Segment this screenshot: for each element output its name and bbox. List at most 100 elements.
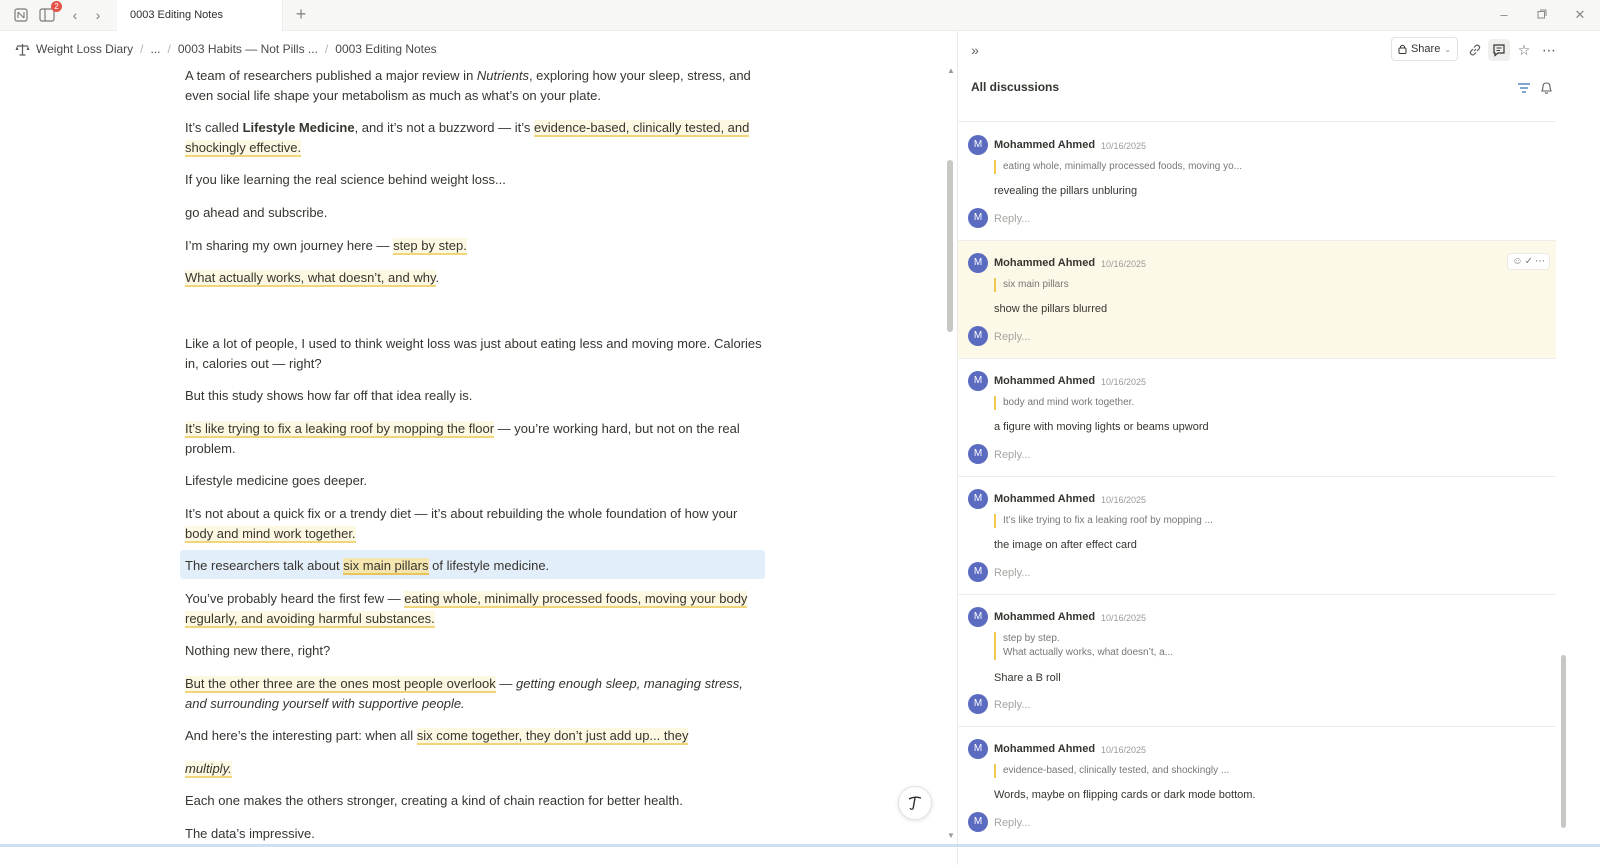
comment-quote[interactable]: It’s like trying to fix a leaking roof b… [994,514,1213,528]
comment-author[interactable]: Mohammed Ahmed [994,257,1095,269]
paragraph-text: I’m sharing my own journey here — [185,238,394,253]
avatar: M [968,694,988,714]
comment-quote-line: What actually works, what doesn’t, a... [1003,647,1174,658]
paragraph-selected[interactable]: The researchers talk about six main pill… [185,556,765,576]
reply-input[interactable]: Reply... [994,213,1030,225]
document-scrollbar[interactable] [947,160,953,332]
paragraph[interactable]: Like a lot of people, I used to think we… [185,334,765,374]
avatar: M [968,326,988,346]
forward-arrow-icon[interactable]: › [87,4,109,26]
reply-input[interactable]: Reply... [994,449,1030,461]
paragraph[interactable]: The data’s impressive. [185,824,765,844]
breadcrumb-item-editing-notes[interactable]: 0003 Editing Notes [335,42,436,56]
comment-highlight[interactable]: body and mind work together. [185,526,356,543]
avatar: M [968,489,988,509]
resolve-check-icon[interactable]: ✓ [1525,256,1533,267]
comment-highlight[interactable]: What actually works, what doesn’t, and w… [185,270,436,287]
comment-date: 10/16/2025 [1101,613,1147,623]
link-icon[interactable] [1464,39,1486,61]
panel-scrollbar[interactable] [1561,655,1566,828]
paragraph[interactable]: It’s called Lifestyle Medicine, and it’s… [185,118,765,158]
reply-input[interactable]: Reply... [994,567,1030,579]
reply-input[interactable]: Reply... [994,817,1030,829]
paragraph[interactable]: go ahead and subscribe. [185,203,765,223]
filter-icon[interactable] [1513,77,1535,99]
bell-icon[interactable] [1535,77,1557,99]
comment-quote[interactable]: body and mind work together. [994,396,1134,410]
reply-input[interactable]: Reply... [994,699,1030,711]
comment-highlight[interactable]: But the other three are the ones most pe… [185,676,496,693]
add-reaction-icon[interactable]: ☺ [1512,256,1522,267]
discussions-title: All discussions [971,80,1060,94]
thread-actions: ☺ ✓ ⋯ [1507,253,1550,270]
close-window-icon[interactable]: ✕ [1570,6,1590,24]
minimize-icon[interactable]: – [1494,6,1514,24]
back-arrow-icon[interactable]: ‹ [64,4,86,26]
comment-highlight[interactable]: multiply. [185,761,232,778]
paragraph[interactable]: But the other three are the ones most pe… [185,674,765,714]
sidebar-toggle-icon[interactable]: 2 [36,1,62,26]
breadcrumb-item-weight-loss-diary[interactable]: Weight Loss Diary [36,42,133,56]
paragraph[interactable]: Each one makes the others stronger, crea… [185,791,765,811]
restore-icon[interactable] [1532,6,1552,24]
comment-thread[interactable]: M Mohammed Ahmed 10/16/2025 It’s like tr… [958,477,1556,595]
ai-assistant-icon[interactable] [898,786,932,820]
comment-quote[interactable]: step by step. What actually works, what … [994,632,1173,660]
comment-text: Words, maybe on flipping cards or dark m… [994,789,1256,801]
comment-thread[interactable]: M Mohammed Ahmed 10/16/2025 evidence-bas… [958,727,1556,845]
paragraph[interactable]: Nothing new there, right? [185,641,765,661]
paragraph-bold: Lifestyle Medicine [242,120,355,135]
comment-thread[interactable]: M Mohammed Ahmed 10/16/2025 step by step… [958,595,1556,727]
scroll-down-arrow-icon[interactable]: ▼ [946,831,956,840]
star-icon[interactable]: ☆ [1513,39,1535,61]
app-logo-icon[interactable] [10,4,32,26]
reply-input[interactable]: Reply... [994,331,1030,343]
breadcrumb-item-habits[interactable]: 0003 Habits — Not Pills ... [178,42,318,56]
paragraph[interactable]: You’ve probably heard the first few — ea… [185,589,765,629]
comment-author[interactable]: Mohammed Ahmed [994,139,1095,151]
comment-thread-active[interactable]: M Mohammed Ahmed 10/16/2025 ☺ ✓ ⋯ six ma… [958,241,1556,359]
tab-0003-editing-notes[interactable]: 0003 Editing Notes [117,0,283,31]
panel-header-separator [958,121,1556,122]
new-tab-plus-icon[interactable]: + [290,4,312,26]
comment-thread[interactable]: M Mohammed Ahmed 10/16/2025 body and min… [958,359,1556,477]
comment-date: 10/16/2025 [1101,745,1147,755]
comment-highlight[interactable]: six come together, they don’t just add u… [416,728,689,745]
thread-more-icon[interactable]: ⋯ [1535,256,1545,267]
comment-author[interactable]: Mohammed Ahmed [994,743,1095,755]
comment-quote[interactable]: evidence-based, clinically tested, and s… [994,764,1229,778]
share-label: Share [1410,43,1441,55]
paragraph[interactable]: Lifestyle medicine goes deeper. [185,471,765,491]
comments-icon[interactable] [1488,39,1510,61]
paragraph[interactable]: If you like learning the real science be… [185,170,765,190]
paragraph[interactable]: A team of researchers published a major … [185,66,765,106]
comment-text: the image on after effect card [994,539,1137,551]
paragraph[interactable]: And here’s the interesting part: when al… [185,726,765,746]
paragraph[interactable]: multiply. [185,759,765,779]
breadcrumb-separator: / [324,42,329,56]
comment-highlight[interactable]: It’s like trying to fix a leaking roof b… [185,421,495,438]
paragraph[interactable]: I’m sharing my own journey here — step b… [185,236,765,256]
comment-author[interactable]: Mohammed Ahmed [994,493,1095,505]
comment-highlight[interactable]: step by step. [393,238,467,255]
paragraph[interactable]: It’s like trying to fix a leaking roof b… [185,419,765,459]
tab-title: 0003 Editing Notes [130,9,223,21]
paragraph[interactable]: It’s not about a quick fix or a trendy d… [185,504,765,544]
comment-quote[interactable]: eating whole, minimally processed foods,… [994,160,1242,174]
comment-author[interactable]: Mohammed Ahmed [994,611,1095,623]
scroll-up-arrow-icon[interactable]: ▲ [946,66,956,75]
comment-thread[interactable]: M Mohammed Ahmed 10/16/2025 eating whole… [958,123,1556,241]
paragraph[interactable]: What actually works, what doesn’t, and w… [185,268,765,288]
breadcrumb-item-ellipsis[interactable]: ... [151,42,161,56]
collapse-panel-icon[interactable]: » [964,39,986,61]
share-button[interactable]: Share ⌄ [1391,37,1458,61]
scale-icon [14,41,30,57]
more-options-icon[interactable]: ⋯ [1538,39,1560,61]
paragraph-italic: Nutrients [476,68,529,83]
comment-text: show the pillars blurred [994,303,1108,315]
comment-quote[interactable]: six main pillars [994,278,1069,292]
paragraph-text: , and it’s not a buzzword — it’s [354,120,535,135]
paragraph[interactable]: But this study shows how far off that id… [185,386,765,406]
comment-highlight-active[interactable]: six main pillars [343,558,429,575]
comment-author[interactable]: Mohammed Ahmed [994,375,1095,387]
